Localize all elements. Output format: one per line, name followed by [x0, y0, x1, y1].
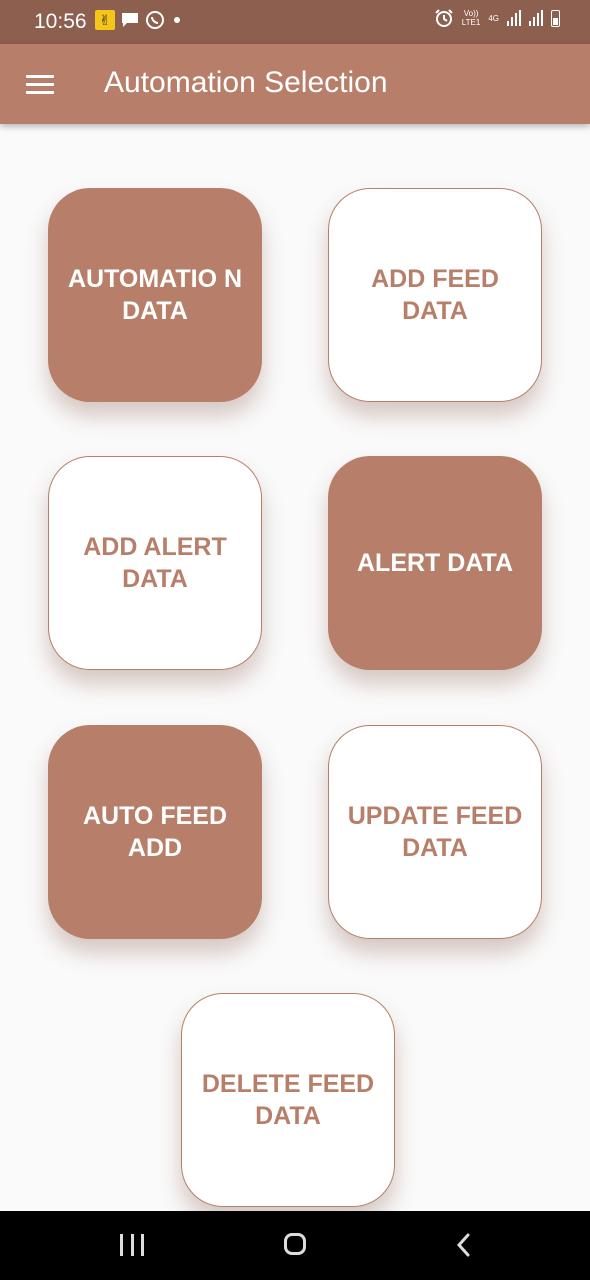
- tile-label: ADD ALERT DATA: [83, 533, 227, 593]
- volte-indicator: Vo)) LTE1: [461, 9, 481, 27]
- battery-icon: [551, 9, 560, 27]
- dot-icon: [174, 17, 180, 23]
- status-time: 10:56: [34, 10, 87, 33]
- add-alert-data-button[interactable]: ADD ALERT DATA: [48, 456, 262, 670]
- automation-data-button[interactable]: AUTOMATIO N DATA: [48, 188, 262, 402]
- notification-app-icon: ✌: [95, 10, 115, 30]
- tile-label: DELETE FEED DATA: [201, 1070, 375, 1130]
- status-notification-icons: ✌: [95, 10, 183, 30]
- status-bar: 10:56 ✌ Vo)) LTE1 4G: [0, 0, 590, 44]
- network-type: 4G: [488, 13, 499, 23]
- delete-feed-data-button[interactable]: DELETE FEED DATA: [181, 993, 395, 1207]
- alarm-icon: [435, 9, 453, 27]
- status-system-icons: Vo)) LTE1 4G: [434, 8, 560, 28]
- message-icon: [122, 13, 138, 27]
- update-feed-data-button[interactable]: UPDATE FEED DATA: [328, 725, 542, 939]
- tile-label: AUTOMATIO N DATA: [67, 265, 243, 325]
- tile-label: ADD FEED DATA: [371, 265, 499, 325]
- app-bar: Automation Selection: [0, 44, 590, 124]
- signal-icon: [507, 10, 521, 26]
- tile-label: AUTO FEED ADD: [83, 802, 227, 862]
- signal-icon: [529, 10, 543, 26]
- whatsapp-icon: [146, 11, 164, 29]
- back-icon[interactable]: [456, 1233, 470, 1257]
- tile-label: UPDATE FEED DATA: [347, 802, 523, 862]
- alert-data-button[interactable]: ALERT DATA: [328, 456, 542, 670]
- hamburger-menu-icon[interactable]: [26, 75, 54, 95]
- auto-feed-add-button[interactable]: AUTO FEED ADD: [48, 725, 262, 939]
- page-title: Automation Selection: [104, 66, 388, 99]
- home-icon[interactable]: [284, 1233, 306, 1255]
- tile-label: ALERT DATA: [357, 549, 513, 577]
- navigation-bar: [0, 1211, 590, 1280]
- recent-apps-icon[interactable]: [120, 1234, 144, 1256]
- add-feed-data-button[interactable]: ADD FEED DATA: [328, 188, 542, 402]
